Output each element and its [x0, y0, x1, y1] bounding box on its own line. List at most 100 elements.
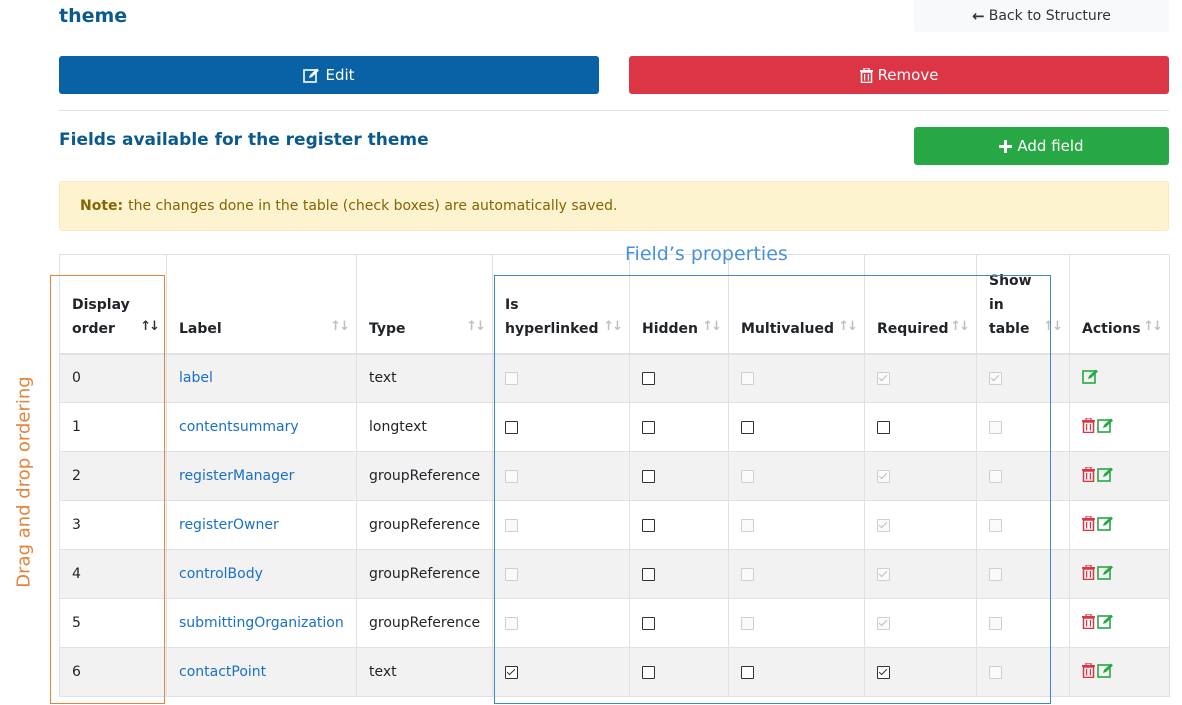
order-cell[interactable]: 6 [59, 647, 167, 697]
order-cell[interactable]: 5 [59, 598, 167, 648]
table-row[interactable]: 5 submittingOrganization groupReference [59, 598, 1170, 648]
actions-cell [1069, 402, 1170, 452]
order-cell[interactable]: 2 [59, 451, 167, 501]
actions-cell [1069, 353, 1170, 403]
hyperlinked-checkbox[interactable] [505, 665, 518, 679]
sort-icon: ↑↓ [702, 318, 722, 334]
header-label[interactable]: Label ↑↓ [166, 254, 357, 355]
drag-annotation: Drag and drop ordering [13, 376, 35, 588]
back-to-structure-button[interactable]: ← Back to Structure [914, 0, 1169, 32]
multivalued-checkbox[interactable] [741, 420, 754, 434]
multivalued-checkbox [741, 616, 754, 630]
hidden-checkbox-cell [629, 598, 729, 648]
required-checkbox-cell [864, 402, 977, 452]
header-required[interactable]: Required ↑↓ [864, 254, 977, 355]
hidden-checkbox-cell [629, 500, 729, 550]
hidden-checkbox[interactable] [642, 616, 655, 630]
table-row[interactable]: 3 registerOwner groupReference [59, 500, 1170, 550]
trash-icon[interactable] [1082, 563, 1095, 584]
sort-asc-icon: ↑↓ [140, 318, 160, 334]
field-label-link[interactable]: controlBody [166, 549, 357, 599]
hyperlinked-checkbox [505, 567, 518, 581]
field-label-link[interactable]: submittingOrganization [166, 598, 357, 648]
field-label-link[interactable]: registerOwner [166, 500, 357, 550]
remove-button[interactable]: Remove [629, 56, 1169, 94]
table-row[interactable]: 1 contentsummary longtext [59, 402, 1170, 452]
actions-cell [1069, 647, 1170, 697]
header-hyperlinked[interactable]: Is hyperlinked ↑↓ [492, 254, 630, 355]
hidden-checkbox[interactable] [642, 420, 655, 434]
hyperlinked-checkbox-cell [492, 451, 630, 501]
show-in-table-checkbox-cell [976, 647, 1070, 697]
multivalued-checkbox-cell [728, 500, 865, 550]
add-field-label: Add field [1017, 137, 1084, 155]
required-checkbox[interactable] [877, 665, 890, 679]
header-type[interactable]: Type ↑↓ [356, 254, 493, 355]
edit-icon[interactable] [1097, 516, 1114, 535]
header-hidden[interactable]: Hidden ↑↓ [629, 254, 729, 355]
trash-icon[interactable] [1082, 612, 1095, 633]
edit-icon[interactable] [1097, 565, 1114, 584]
trash-icon[interactable] [1082, 661, 1095, 682]
multivalued-checkbox [741, 371, 754, 385]
header-actions[interactable]: Actions ↑↓ [1069, 254, 1170, 355]
required-checkbox-cell [864, 500, 977, 550]
trash-icon[interactable] [1082, 416, 1095, 437]
hidden-checkbox[interactable] [642, 665, 655, 679]
edit-icon[interactable] [1097, 418, 1114, 437]
sort-icon: ↑↓ [330, 318, 350, 334]
remove-button-label: Remove [877, 66, 939, 84]
table-row[interactable]: 4 controlBody groupReference [59, 549, 1170, 599]
table-row[interactable]: 0 label text [59, 353, 1170, 403]
header-display-order[interactable]: Display order ↑↓ [59, 254, 167, 355]
field-label-link[interactable]: registerManager [166, 451, 357, 501]
edit-icon[interactable] [1097, 614, 1114, 633]
required-checkbox [877, 616, 890, 630]
multivalued-checkbox-cell [728, 598, 865, 648]
field-label-link[interactable]: label [166, 353, 357, 403]
edit-icon[interactable] [1097, 663, 1114, 682]
required-checkbox [877, 567, 890, 581]
required-checkbox[interactable] [877, 420, 890, 434]
hidden-checkbox[interactable] [642, 371, 655, 385]
add-field-button[interactable]: Add field [914, 127, 1169, 165]
required-checkbox-cell [864, 647, 977, 697]
hyperlinked-checkbox-cell [492, 353, 630, 403]
back-button-label: Back to Structure [988, 8, 1111, 24]
table-row[interactable]: 6 contactPoint text [59, 647, 1170, 697]
edit-icon[interactable] [1097, 467, 1114, 486]
order-cell[interactable]: 0 [59, 353, 167, 403]
actions-cell [1069, 549, 1170, 599]
trash-icon[interactable] [1082, 465, 1095, 486]
order-cell[interactable]: 1 [59, 402, 167, 452]
fields-table: Display order ↑↓ Label ↑↓ Type ↑↓ Is hyp… [59, 254, 1170, 697]
field-label-link[interactable]: contactPoint [166, 647, 357, 697]
edit-button[interactable]: Edit [59, 56, 599, 94]
hidden-checkbox[interactable] [642, 567, 655, 581]
edit-icon[interactable] [1082, 369, 1099, 388]
hyperlinked-checkbox-cell [492, 500, 630, 550]
hyperlinked-checkbox-cell [492, 647, 630, 697]
hyperlinked-checkbox[interactable] [505, 420, 518, 434]
header-multivalued[interactable]: Multivalued ↑↓ [728, 254, 865, 355]
trash-icon[interactable] [1082, 514, 1095, 535]
table-row[interactable]: 2 registerManager groupReference [59, 451, 1170, 501]
section-title: Fields available for the register theme [59, 130, 429, 150]
required-checkbox [877, 371, 890, 385]
properties-annotation: Field’s properties [625, 243, 788, 265]
field-label-link[interactable]: contentsummary [166, 402, 357, 452]
header-show-in-table[interactable]: Show in table ↑↓ [976, 254, 1070, 355]
multivalued-checkbox [741, 518, 754, 532]
hidden-checkbox[interactable] [642, 518, 655, 532]
type-cell: groupReference [356, 451, 493, 501]
order-cell[interactable]: 4 [59, 549, 167, 599]
required-checkbox [877, 518, 890, 532]
required-checkbox-cell [864, 549, 977, 599]
hyperlinked-checkbox-cell [492, 402, 630, 452]
hidden-checkbox[interactable] [642, 469, 655, 483]
page-title: theme [59, 5, 128, 27]
show-in-table-checkbox-cell [976, 500, 1070, 550]
order-cell[interactable]: 3 [59, 500, 167, 550]
multivalued-checkbox[interactable] [741, 665, 754, 679]
type-cell: groupReference [356, 549, 493, 599]
